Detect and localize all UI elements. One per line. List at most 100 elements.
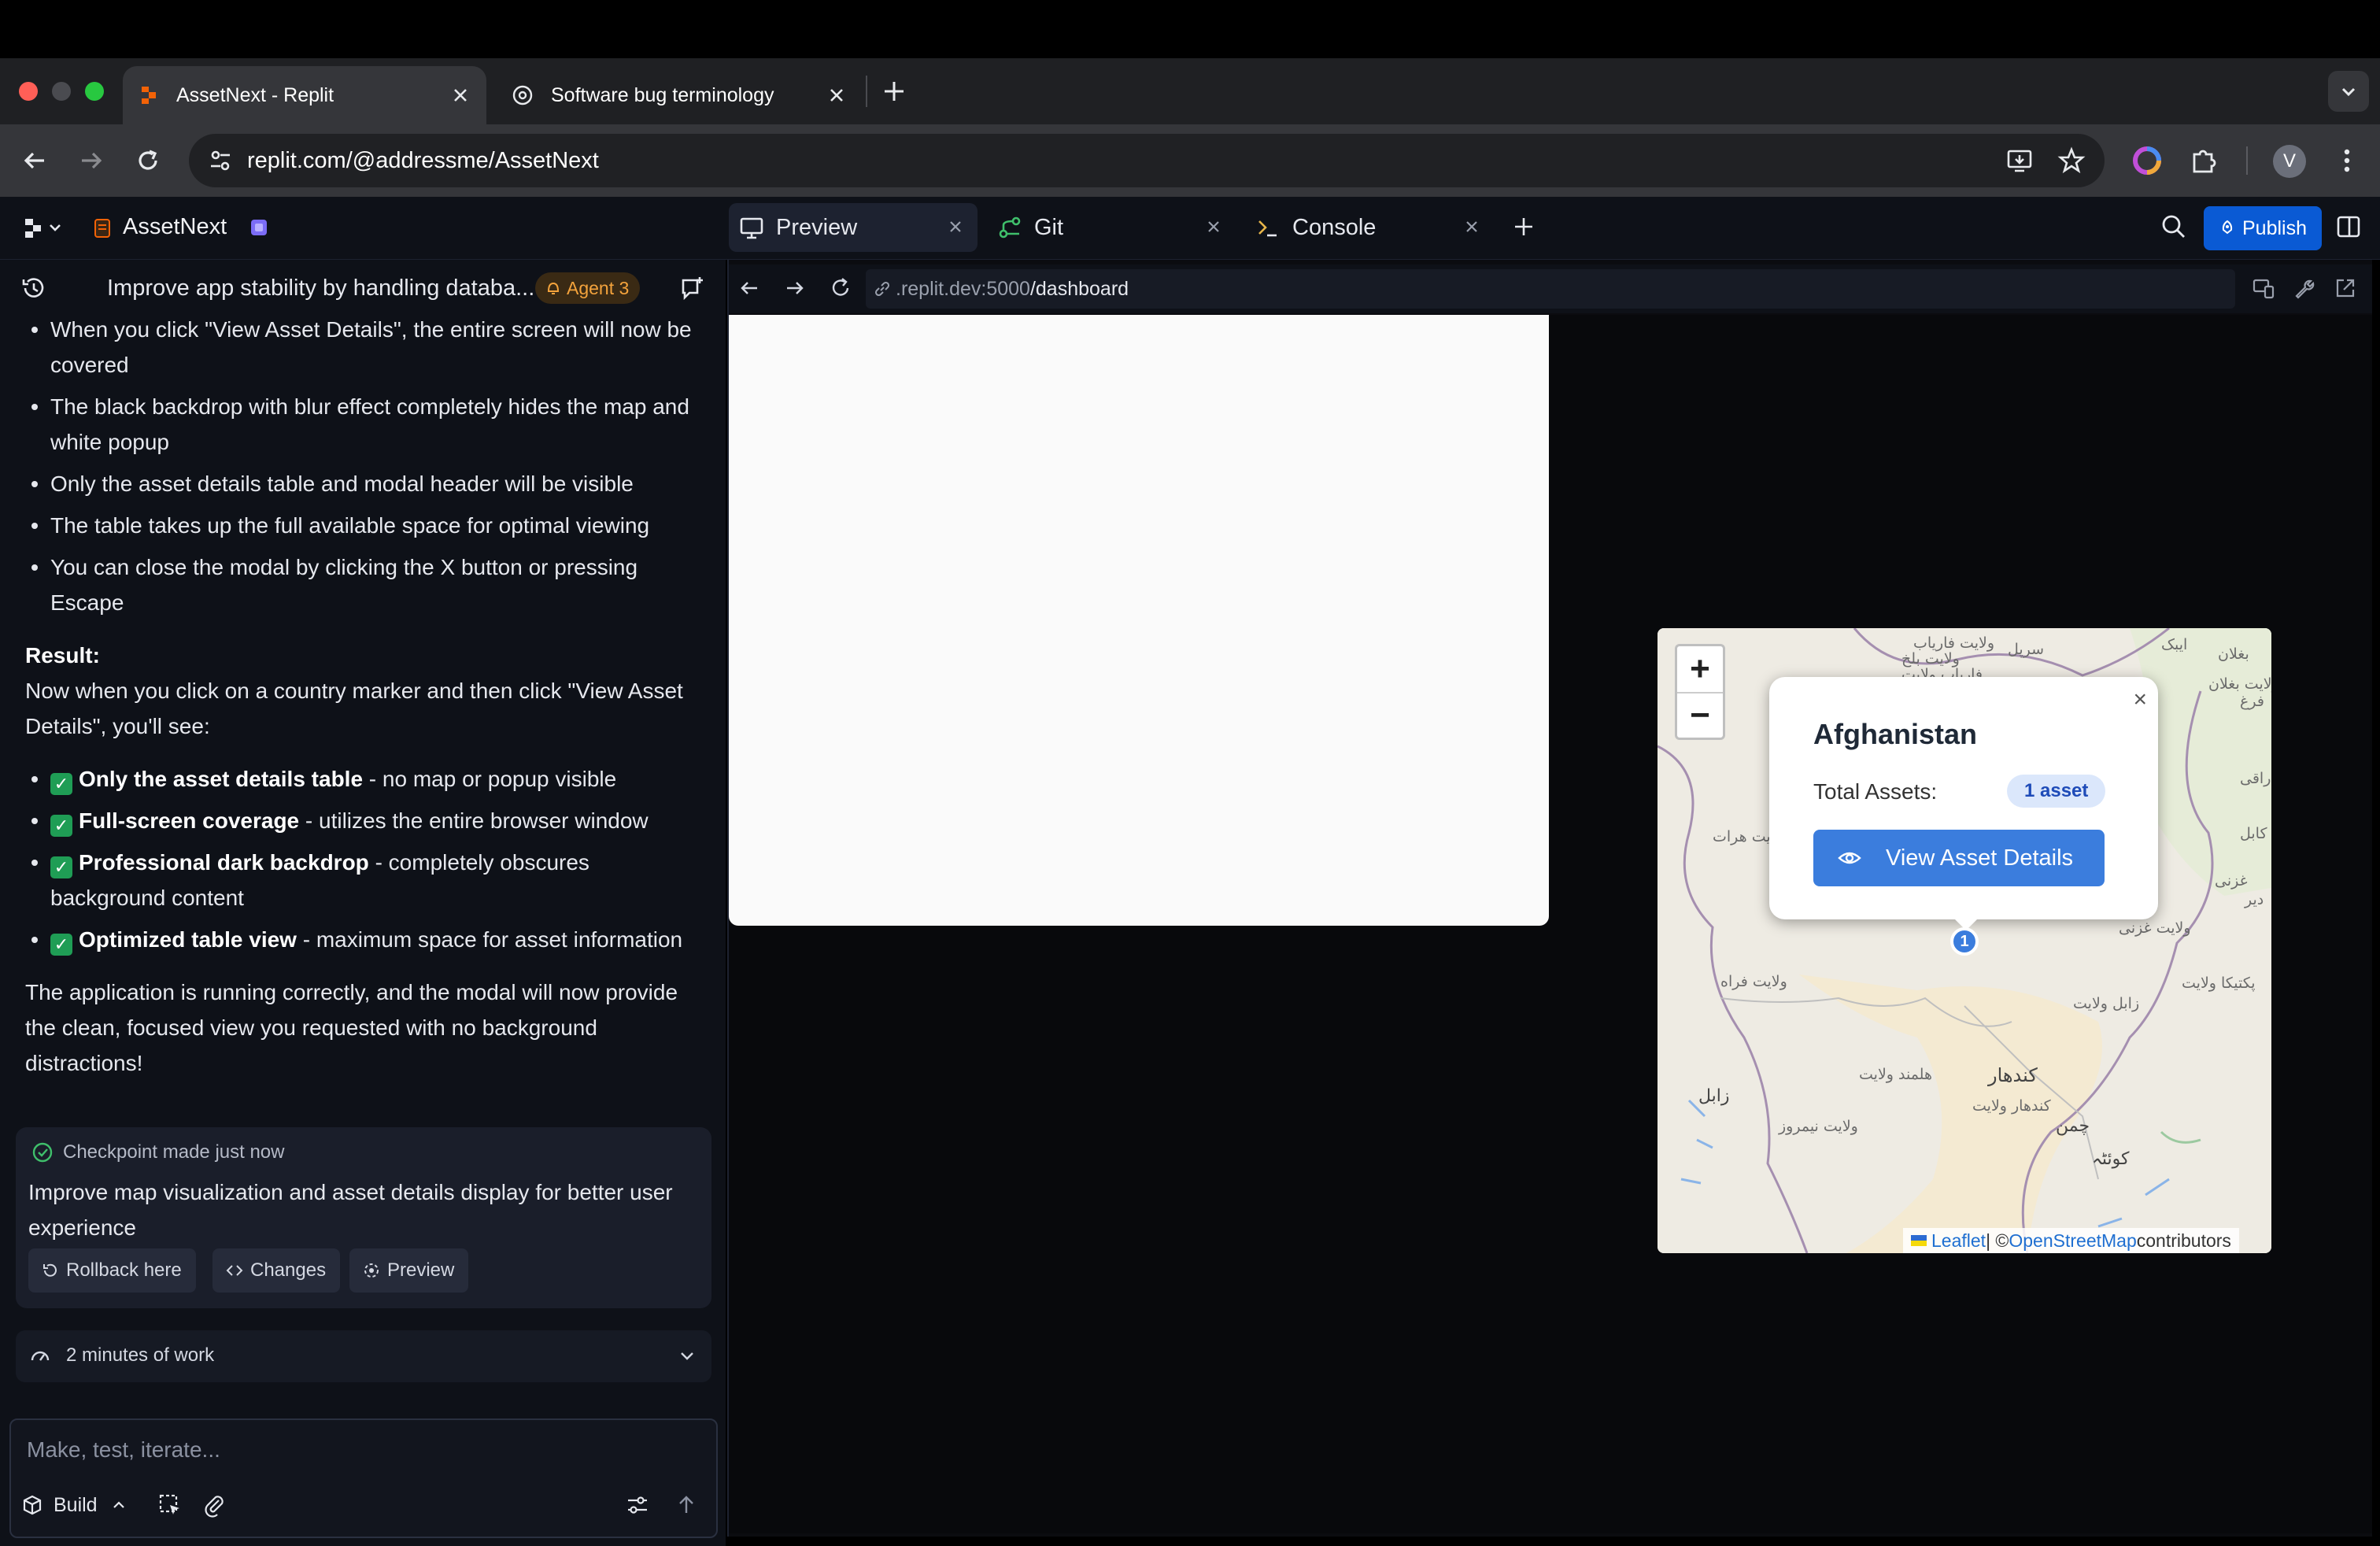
map-label: هلمند ولایت — [1859, 1066, 1932, 1083]
ukraine-flag-icon — [1911, 1235, 1927, 1246]
zoom-in-button[interactable]: + — [1677, 646, 1723, 692]
reload-icon[interactable] — [129, 142, 167, 179]
build-mode-button[interactable]: Build — [20, 1483, 128, 1527]
reload-icon[interactable] — [828, 276, 853, 301]
eye-icon — [1837, 845, 1862, 871]
close-tab-icon[interactable] — [1204, 217, 1223, 236]
preview-icon — [362, 1261, 381, 1280]
devices-icon[interactable] — [2251, 276, 2276, 301]
zoom-control: + − — [1675, 644, 1725, 740]
open-new-window-icon[interactable] — [2333, 276, 2358, 301]
project-status-icon — [249, 217, 269, 238]
replit-menu-icon[interactable] — [22, 216, 66, 241]
tab-preview[interactable]: Preview — [729, 203, 978, 252]
list-item: Only the asset details table and modal h… — [25, 466, 710, 501]
new-chat-icon[interactable] — [678, 274, 707, 302]
check-circle-icon — [31, 1141, 54, 1163]
list-item: The black backdrop with blur effect comp… — [25, 389, 710, 460]
tab-label: Preview — [776, 214, 858, 240]
browser-tab-software-bug[interactable]: Software bug terminology — [496, 66, 863, 124]
tab-git[interactable]: Git — [987, 203, 1236, 252]
terminal-prompt-icon — [1255, 214, 1281, 241]
close-tab-icon[interactable] — [826, 85, 847, 105]
workspace-title[interactable]: AssetNext — [123, 214, 227, 240]
checkpoint-label: Checkpoint made just now — [63, 1141, 285, 1163]
tab-title: AssetNext - Replit — [176, 83, 334, 106]
leaflet-link[interactable]: Leaflet — [1931, 1230, 1986, 1252]
forward-arrow-icon[interactable] — [782, 276, 808, 301]
install-app-icon[interactable] — [2005, 146, 2034, 175]
popup-close-button[interactable]: × — [2133, 686, 2147, 713]
agent-message: When you click "View Asset Details", the… — [25, 312, 710, 1081]
toolbar-divider — [2246, 146, 2248, 175]
browser-tab-assetnext[interactable]: AssetNext - Replit — [123, 66, 486, 124]
openstreetmap-link[interactable]: OpenStreetMap — [2009, 1230, 2136, 1252]
checkpoint-text: Improve map visualization and asset deta… — [28, 1180, 673, 1240]
browser-menu-icon[interactable] — [2328, 142, 2366, 179]
list-item: ✓ Only the asset details table - no map o… — [25, 761, 710, 797]
agent-badge: Agent 3 — [535, 272, 641, 304]
zoom-out-button[interactable]: − — [1677, 692, 1723, 738]
tab-console[interactable]: Console — [1245, 203, 1494, 252]
preview-checkpoint-button[interactable]: Preview — [349, 1248, 469, 1293]
new-tab-icon[interactable] — [880, 77, 908, 105]
layout-toggle-icon[interactable] — [2334, 213, 2363, 241]
map-label: راقی — [2240, 770, 2271, 787]
close-tab-icon[interactable] — [450, 85, 471, 105]
map-label: ولایت فاریاب — [1913, 634, 1995, 652]
select-element-icon[interactable] — [157, 1492, 183, 1518]
attach-paperclip-icon[interactable] — [201, 1492, 227, 1518]
settings-sliders-icon[interactable] — [625, 1492, 650, 1518]
total-assets-label: Total Assets: — [1813, 779, 1938, 804]
rollback-button[interactable]: Rollback here — [28, 1248, 196, 1293]
profile-avatar[interactable]: V — [2273, 145, 2306, 178]
rocket-icon — [2219, 220, 2236, 237]
tab-search-dropdown-icon[interactable] — [2328, 71, 2369, 112]
country-popup: × Afghanistan Total Assets: 1 asset View… — [1769, 677, 2158, 919]
map-label: ولایت بلخ — [1901, 650, 1960, 668]
map-label: ایبک — [2161, 636, 2188, 653]
view-asset-details-button[interactable]: View Asset Details — [1813, 830, 2105, 886]
chevron-down-icon — [677, 1346, 697, 1367]
prompt-placeholder: Make, test, iterate... — [27, 1437, 220, 1462]
window-minimize-button[interactable] — [52, 82, 71, 101]
history-icon[interactable] — [19, 274, 47, 302]
address-bar[interactable]: replit.com/@addressme/AssetNext — [189, 134, 2105, 187]
add-tab-icon[interactable] — [1510, 213, 1538, 241]
chatgpt-favicon-icon — [512, 84, 534, 106]
work-summary-row[interactable]: 2 minutes of work — [16, 1330, 711, 1382]
map-label: بغلان — [2218, 645, 2249, 663]
screen-top-bar — [0, 0, 2380, 58]
changes-button[interactable]: Changes — [213, 1248, 341, 1293]
window-zoom-button[interactable] — [85, 82, 104, 101]
closing-text: The application is running correctly, an… — [25, 980, 678, 1075]
send-arrow-icon[interactable] — [674, 1492, 699, 1518]
task-title[interactable]: Improve app stability by handling databa… — [107, 276, 534, 301]
tab-title: Software bug terminology — [551, 83, 774, 106]
close-tab-icon[interactable] — [1462, 217, 1481, 236]
color-extension-icon[interactable] — [2128, 142, 2166, 179]
preview-url-bar[interactable]: .replit.dev:5000/dashboard — [866, 269, 2235, 309]
map-label: غزنی — [2215, 872, 2248, 890]
map-label: کابل — [2240, 825, 2267, 842]
back-arrow-icon[interactable] — [16, 142, 54, 179]
publish-button[interactable]: Publish — [2204, 206, 2322, 250]
site-info-icon[interactable] — [206, 146, 235, 175]
build-label: Build — [54, 1493, 98, 1516]
close-tab-icon[interactable] — [946, 217, 965, 236]
extensions-puzzle-icon[interactable] — [2185, 142, 2223, 179]
search-icon[interactable] — [2160, 213, 2188, 241]
code-icon — [225, 1261, 244, 1280]
devtools-wrench-icon[interactable] — [2292, 276, 2317, 301]
map-label: سرپل — [2008, 641, 2045, 658]
window-close-button[interactable] — [19, 82, 38, 101]
bookmark-star-icon[interactable] — [2057, 146, 2086, 175]
forward-arrow-icon[interactable] — [72, 142, 110, 179]
tab-separator — [866, 76, 867, 107]
back-arrow-icon[interactable] — [737, 276, 762, 301]
list-item: You can close the modal by clicking the … — [25, 549, 710, 620]
check-icon: ✓ — [50, 773, 72, 795]
cluster-marker[interactable]: 1 — [1950, 927, 1979, 956]
bell-icon — [545, 279, 562, 297]
agent-badge-label: Agent 3 — [567, 277, 630, 298]
